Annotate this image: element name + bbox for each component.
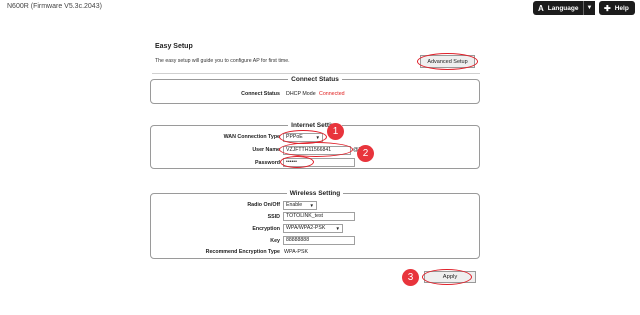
- connect-status-legend: Connect Status: [291, 76, 339, 83]
- page-title: Easy Setup: [155, 43, 193, 50]
- help-icon: ✚: [604, 3, 611, 13]
- username-input[interactable]: VZJFTTH11566841: [283, 146, 351, 155]
- ssid-value: TOTOLINK_test: [286, 213, 323, 219]
- username-label: User Name: [252, 147, 280, 153]
- apply-button[interactable]: Apply: [424, 271, 476, 283]
- divider: [152, 73, 480, 74]
- connect-mode-value: DHCP Mode: [286, 91, 316, 97]
- chevron-down-icon: ▼: [315, 135, 320, 140]
- wan-connection-type-label: WAN Connection Type: [223, 134, 280, 140]
- ssid-label: SSID: [267, 214, 280, 220]
- chevron-down-icon: ▼: [335, 226, 340, 231]
- chevron-down-icon: ▼: [309, 203, 314, 208]
- step-marker-2: 2: [357, 145, 374, 162]
- ssid-input[interactable]: TOTOLINK_test: [283, 212, 355, 221]
- wireless-setting-legend: Wireless Setting: [289, 190, 341, 197]
- page-description: The easy setup will guide you to configu…: [155, 58, 290, 64]
- username-value: VZJFTTH11566841: [286, 147, 332, 153]
- key-label: Key: [270, 238, 280, 244]
- password-label: Password: [254, 160, 280, 166]
- top-bar: N600R (Firmware V5.3c.2043) A Language ▼…: [0, 0, 640, 17]
- recommend-encryption-value: WPA-PSK: [284, 249, 309, 255]
- radio-onoff-label: Radio On/Off: [247, 202, 280, 208]
- key-value: 88888888: [286, 237, 310, 243]
- help-label: Help: [614, 4, 629, 12]
- help-button[interactable]: ✚ Help: [599, 1, 635, 15]
- recommend-encryption-label: Recommend Encryption Type: [205, 249, 280, 255]
- wan-connection-type-select[interactable]: PPPoE ▼: [283, 133, 323, 142]
- radio-onoff-select[interactable]: Enable ▼: [283, 201, 317, 210]
- radio-onoff-value: Enable: [286, 202, 303, 208]
- key-input[interactable]: 88888888: [283, 236, 355, 245]
- connect-state-value: Connected: [319, 91, 345, 97]
- encryption-label: Encryption: [252, 226, 280, 232]
- step-marker-1: 1: [327, 123, 344, 140]
- encryption-value: WPA/WPA2-PSK: [286, 225, 326, 231]
- language-dropdown-icon[interactable]: ▼: [583, 1, 595, 15]
- wan-connection-type-value: PPPoE: [286, 134, 303, 140]
- advanced-setup-button[interactable]: Advanced Setup: [420, 55, 475, 68]
- language-label: Language: [547, 4, 579, 12]
- password-value: ••••••: [286, 159, 297, 165]
- firmware-title: N600R (Firmware V5.3c.2043): [7, 3, 102, 10]
- connect-status-label: Connect Status: [241, 91, 280, 97]
- step-marker-3: 3: [402, 269, 419, 286]
- language-icon: A: [538, 3, 544, 13]
- encryption-select[interactable]: WPA/WPA2-PSK ▼: [283, 224, 343, 233]
- connect-status-section: Connect Status: [150, 76, 480, 104]
- password-input[interactable]: ••••••: [283, 158, 355, 167]
